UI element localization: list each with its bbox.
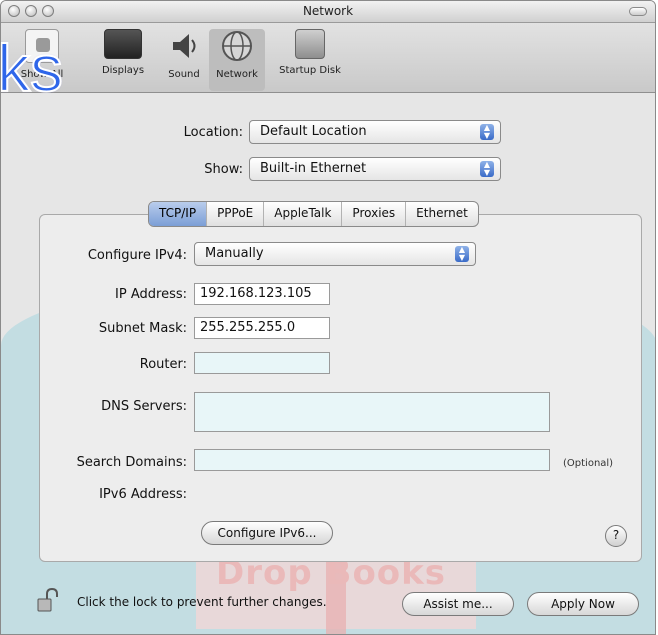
subnet-mask-label: Subnet Mask: — [98, 321, 187, 336]
toolbar-network[interactable]: Network — [209, 29, 265, 91]
location-value: Default Location — [260, 124, 367, 139]
startup-disk-icon — [295, 29, 325, 59]
window-title: Network — [302, 4, 354, 18]
popup-arrows-icon: ▲ ▼ — [455, 246, 469, 262]
popup-arrows-icon: ▲ ▼ — [480, 161, 494, 177]
title-bar: Network — [1, 1, 655, 23]
dns-servers-label: DNS Servers: — [101, 399, 187, 414]
toolbar-displays-label: Displays — [101, 65, 145, 76]
tab-proxies[interactable]: Proxies — [342, 202, 407, 226]
tab-bar: TCP/IP PPPoE AppleTalk Proxies Ethernet — [148, 201, 479, 227]
tab-pppoe[interactable]: PPPoE — [207, 202, 265, 226]
toolbar-sound[interactable]: Sound — [161, 29, 207, 80]
location-label: Location: — [183, 125, 243, 140]
tab-panel — [39, 214, 642, 562]
configure-ipv6-button[interactable]: Configure IPv6... — [201, 521, 333, 545]
show-popup[interactable]: Built-in Ethernet ▲ ▼ — [249, 157, 501, 181]
tab-ethernet[interactable]: Ethernet — [406, 202, 478, 226]
toolbar-startup-disk-label: Startup Disk — [279, 65, 341, 76]
preferences-toolbar: Show All Displays Sound Network Startup … — [1, 23, 655, 93]
speaker-icon — [167, 29, 201, 63]
location-popup[interactable]: Default Location ▲ ▼ — [249, 120, 501, 144]
ip-address-field[interactable]: 192.168.123.105 — [194, 283, 330, 305]
lock-message: Click the lock to prevent further change… — [77, 595, 327, 609]
overlay-text: ks — [0, 31, 64, 105]
subnet-mask-field[interactable]: 255.255.255.0 — [194, 317, 330, 339]
ip-address-label: IP Address: — [115, 287, 187, 302]
toolbar-toggle-button[interactable] — [629, 7, 647, 16]
tab-tcpip[interactable]: TCP/IP — [149, 202, 208, 226]
search-domains-hint: (Optional) — [563, 458, 614, 469]
show-label: Show: — [204, 162, 243, 177]
toolbar-sound-label: Sound — [168, 69, 200, 80]
apply-now-button[interactable]: Apply Now — [527, 592, 639, 616]
network-globe-icon — [220, 29, 254, 63]
tab-appletalk[interactable]: AppleTalk — [264, 202, 343, 226]
search-domains-label: Search Domains: — [76, 455, 187, 470]
toolbar-displays[interactable]: Displays — [93, 29, 153, 76]
show-value: Built-in Ethernet — [260, 161, 367, 176]
router-label: Router: — [139, 357, 187, 372]
toolbar-network-label: Network — [216, 69, 258, 80]
displays-icon — [104, 29, 142, 59]
assist-me-button[interactable]: Assist me... — [402, 592, 514, 616]
network-preferences-window: Drop Books Network Show All Displays Sou… — [0, 0, 656, 635]
popup-arrows-icon: ▲ ▼ — [480, 124, 494, 140]
router-field[interactable] — [194, 352, 330, 374]
configure-ipv4-popup[interactable]: Manually ▲ ▼ — [194, 242, 476, 266]
dns-servers-field[interactable] — [194, 392, 550, 432]
ipv6-address-label: IPv6 Address: — [99, 487, 187, 502]
toolbar-startup-disk[interactable]: Startup Disk — [271, 29, 349, 76]
configure-ipv4-value: Manually — [205, 246, 264, 261]
search-domains-field[interactable] — [194, 449, 550, 471]
lock-icon[interactable] — [37, 588, 59, 612]
help-button[interactable]: ? — [605, 525, 627, 547]
configure-ipv4-label: Configure IPv4: — [87, 248, 187, 263]
